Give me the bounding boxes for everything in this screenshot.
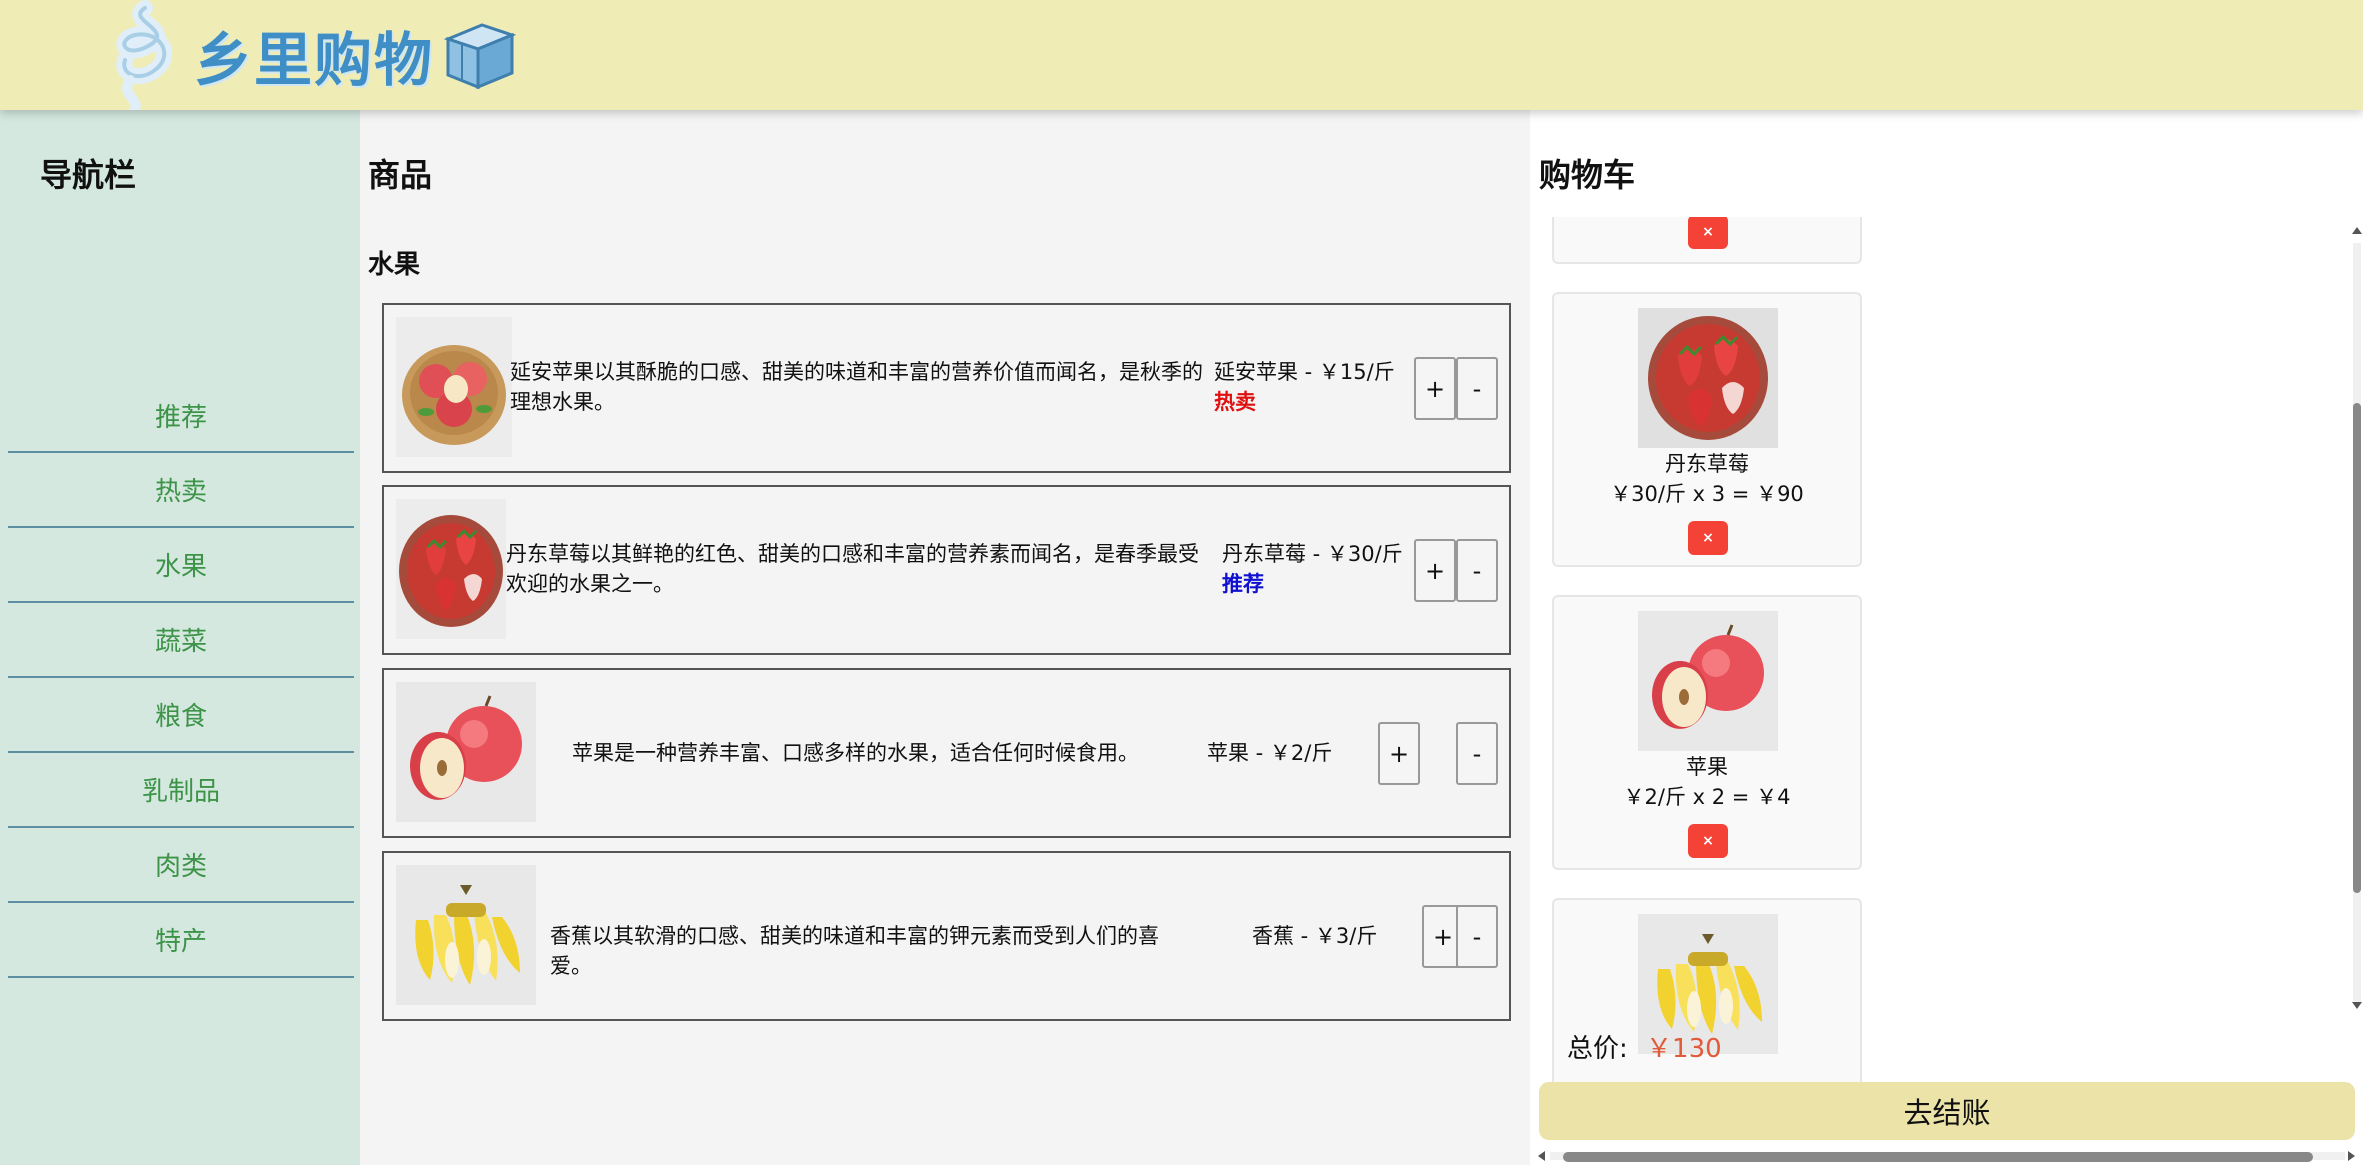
product-description: 延安苹果以其酥脆的口感、甜美的味道和丰富的营养价值而闻名，是秋季的理想水果。 xyxy=(510,360,1203,414)
product-name-price-text: 苹果 - ￥2/斤 xyxy=(1207,741,1333,765)
product-card: 苹果是一种营养丰富、口感多样的水果，适合任何时候食用。 苹果 - ￥2/斤 + … xyxy=(382,668,1511,838)
product-name-price-text: 延安苹果 - ￥15/斤 xyxy=(1214,360,1395,384)
banana-image xyxy=(396,865,536,1005)
product-card: 香蕉以其软滑的口感、甜美的味道和丰富的钾元素而受到人们的喜爱。 香蕉 - ￥3/… xyxy=(382,851,1511,1021)
product-name-price-text: 丹东草莓 - ￥30/斤 xyxy=(1222,542,1403,566)
cart-item-subtotal: ￥30/斤 x 3 = ￥90 xyxy=(1610,482,1804,506)
sidebar-item-recommend[interactable]: 推荐 xyxy=(8,380,354,453)
scroll-up-icon[interactable] xyxy=(2352,227,2362,234)
product-name-price: 香蕉 - ￥3/斤 xyxy=(1252,921,1402,951)
product-name-price: 延安苹果 - ￥15/斤 热卖 xyxy=(1214,357,1414,417)
checkout-button[interactable]: 去结账 xyxy=(1539,1082,2355,1140)
strawberry-bowl-image xyxy=(1638,308,1778,448)
product-card: 延安苹果以其酥脆的口感、甜美的味道和丰富的营养价值而闻名，是秋季的理想水果。 延… xyxy=(382,303,1511,473)
sidebar-item-meat[interactable]: 肉类 xyxy=(8,828,354,903)
sidebar-item-specialty[interactable]: 特产 xyxy=(8,903,354,978)
sidebar-item-vegetable[interactable]: 蔬菜 xyxy=(8,603,354,678)
nav-list: 推荐 热卖 水果 蔬菜 粮食 乳制品 肉类 特产 xyxy=(8,380,354,978)
product-description: 丹东草莓以其鲜艳的红色、甜美的口感和丰富的营养素而闻名，是春季最受欢迎的水果之一… xyxy=(506,542,1199,596)
product-description: 苹果是一种营养丰富、口感多样的水果，适合任何时候食用。 xyxy=(572,741,1139,765)
sidebar-item-grain[interactable]: 粮食 xyxy=(8,678,354,753)
products-panel: 商品 水果 延安苹果以其酥脆的口感、甜美的味道和丰富的营养价值而闻名，是秋季的理… xyxy=(360,110,1530,1165)
sidebar-item-dairy[interactable]: 乳制品 xyxy=(8,753,354,828)
total-amount: ￥130 xyxy=(1646,1034,1722,1064)
increase-button[interactable]: + xyxy=(1378,722,1420,785)
remove-button[interactable]: × xyxy=(1688,217,1728,249)
product-name-price: 苹果 - ￥2/斤 xyxy=(1207,738,1357,768)
product-card: 丹东草莓以其鲜艳的红色、甜美的口感和丰富的营养素而闻名，是春季最受欢迎的水果之一… xyxy=(382,485,1511,655)
cart-title: 购物车 xyxy=(1539,156,1636,194)
sidebar-item-hot[interactable]: 热卖 xyxy=(8,453,354,528)
decrease-button[interactable]: - xyxy=(1456,905,1498,968)
hot-badge: 热卖 xyxy=(1214,390,1256,414)
header: 乡里购物 xyxy=(0,0,2363,110)
remove-button[interactable]: × xyxy=(1688,824,1728,858)
cart-vertical-scrollbar[interactable] xyxy=(2349,223,2363,1013)
decrease-button[interactable]: - xyxy=(1456,722,1498,785)
strawberry-bowl-image xyxy=(396,499,506,639)
cart-item-subtotal: ￥2/斤 x 2 = ￥4 xyxy=(1623,785,1791,809)
sidebar: 导航栏 推荐 热卖 水果 蔬菜 粮食 乳制品 肉类 特产 xyxy=(0,110,360,1165)
increase-button[interactable]: + xyxy=(1414,539,1456,602)
cart-item-name: 苹果 xyxy=(1686,755,1728,779)
horizontal-scrollbar[interactable] xyxy=(1530,1147,2363,1165)
sidebar-item-fruit[interactable]: 水果 xyxy=(8,528,354,603)
scroll-right-icon[interactable] xyxy=(2348,1151,2355,1161)
apple-basket-image xyxy=(396,317,512,457)
cart-item: × xyxy=(1552,217,1862,264)
products-title: 商品 xyxy=(368,156,433,194)
increase-button[interactable]: + xyxy=(1414,357,1456,420)
remove-button[interactable]: × xyxy=(1688,521,1728,555)
decrease-button[interactable]: - xyxy=(1456,539,1498,602)
category-title: 水果 xyxy=(368,250,421,280)
apple-image xyxy=(396,682,536,822)
swirl-logo-icon xyxy=(116,0,173,110)
product-name-price: 丹东草莓 - ￥30/斤 推荐 xyxy=(1222,539,1412,599)
cart-item: 丹东草莓 ￥30/斤 x 3 = ￥90 × xyxy=(1552,292,1862,567)
product-description: 香蕉以其软滑的口感、甜美的味道和丰富的钾元素而受到人们的喜爱。 xyxy=(550,924,1159,978)
scroll-down-icon[interactable] xyxy=(2352,1002,2362,1009)
box-icon xyxy=(443,23,517,90)
total-label: 总价: xyxy=(1567,1034,1628,1064)
scrollbar-thumb[interactable] xyxy=(2353,403,2361,893)
recommend-badge: 推荐 xyxy=(1222,572,1264,596)
product-name-price-text: 香蕉 - ￥3/斤 xyxy=(1252,924,1378,948)
apple-image xyxy=(1638,611,1778,751)
decrease-button[interactable]: - xyxy=(1456,357,1498,420)
scrollbar-thumb[interactable] xyxy=(1563,1152,2313,1162)
cart-item-name: 丹东草莓 xyxy=(1665,452,1749,476)
cart-list[interactable]: × 丹东草莓 ￥30/斤 x 3 = ￥90 × 苹果 ￥2/斤 x 2 = ￥… xyxy=(1530,217,2363,1129)
cart-total: 总价: ￥130 xyxy=(1567,1032,1722,1066)
scroll-left-icon[interactable] xyxy=(1538,1151,1545,1161)
cart-item: 苹果 ￥2/斤 x 2 = ￥4 × xyxy=(1552,595,1862,870)
logo[interactable]: 乡里购物 xyxy=(105,0,517,110)
logo-text: 乡里购物 xyxy=(194,26,435,94)
sidebar-title: 导航栏 xyxy=(40,156,137,194)
cart-panel: 购物车 × 丹东草莓 ￥30/斤 x 3 = ￥90 × 苹果 ￥2/斤 x 2… xyxy=(1530,110,2363,1165)
